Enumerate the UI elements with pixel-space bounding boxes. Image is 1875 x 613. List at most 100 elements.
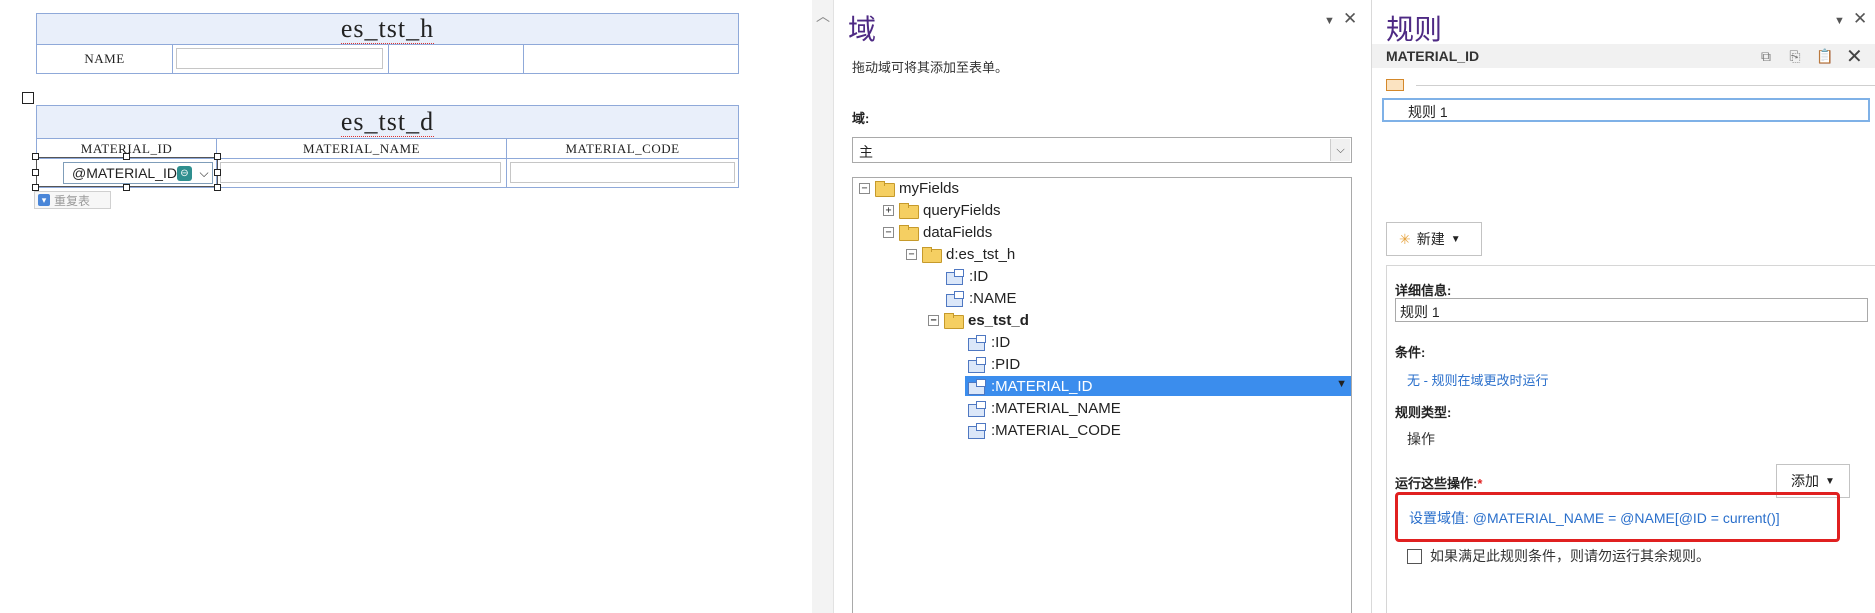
- copy-all-rules-icon[interactable]: ⎘: [1787, 48, 1803, 64]
- tree-node-es-tst-h[interactable]: − d:es_tst_h: [906, 244, 1015, 264]
- condition-label: 条件:: [1395, 345, 1426, 360]
- delete-rule-icon[interactable]: ✕: [1846, 44, 1863, 68]
- rules-field-header: MATERIAL_ID ⧉ ⎘ 📋 ✕: [1372, 44, 1875, 68]
- pane-options-icon[interactable]: ▼: [1324, 15, 1335, 27]
- add-action-label: 添加: [1791, 473, 1820, 489]
- rule-type-label: 规则类型:: [1395, 405, 1452, 420]
- header-empty-cell-1: [389, 45, 524, 73]
- resize-handle[interactable]: [214, 153, 221, 160]
- rules-task-pane: 规则 ▼ ✕ MATERIAL_ID ⧉ ⎘ 📋 ✕ 规则 1 ✳ 新建 ▼ 详…: [1372, 0, 1875, 613]
- chevron-down-icon[interactable]: ▼: [1336, 378, 1347, 390]
- close-icon[interactable]: ✕: [1343, 9, 1357, 29]
- control-selection-frame: [36, 157, 218, 187]
- folder-open-icon: [875, 180, 895, 197]
- field-attribute-icon: [967, 400, 987, 417]
- fields-task-pane: 域 ▼ ✕ 拖动域可将其添加至表单。 域: 主 ⌵ − myFields + q…: [834, 0, 1372, 613]
- fields-label: 域:: [852, 111, 870, 126]
- stop-rules-checkbox[interactable]: [1407, 548, 1422, 564]
- expand-icon[interactable]: +: [883, 204, 894, 216]
- rule-details-section: 详细信息: 规则 1 条件: 无 - 规则在域更改时运行 规则类型: 操作 运行…: [1386, 265, 1875, 613]
- chevron-down-icon: ▼: [1825, 475, 1835, 487]
- repeating-table-icon: ▾: [38, 194, 50, 206]
- new-rule-button[interactable]: ✳ 新建 ▼: [1386, 222, 1482, 256]
- column-header-material-name: MATERIAL_NAME: [217, 139, 507, 159]
- rule-list-icon: [1386, 79, 1404, 91]
- form-design-canvas[interactable]: es_tst_h NAME es_tst_d MATERIAL_ID MATER…: [0, 0, 812, 613]
- field-attribute-icon: [967, 334, 987, 351]
- rule-item-1[interactable]: 规则 1: [1382, 98, 1870, 122]
- close-icon[interactable]: ✕: [1853, 9, 1867, 29]
- repeating-table-label: 重复表: [54, 193, 91, 208]
- tree-node-d-id[interactable]: :ID: [967, 332, 1010, 352]
- datasource-value: 主: [859, 144, 873, 160]
- copy-rule-icon[interactable]: ⧉: [1758, 48, 1774, 64]
- tree-node-datafields[interactable]: − dataFields: [883, 222, 992, 242]
- field-attribute-icon: [967, 356, 987, 373]
- column-header-material-code: MATERIAL_CODE: [565, 141, 680, 156]
- fields-pane-title: 域: [848, 14, 877, 45]
- tree-node-queryfields[interactable]: + queryFields: [883, 200, 1001, 220]
- repeating-table-tag[interactable]: ▾ 重复表: [34, 191, 111, 209]
- tree-node-material-code[interactable]: :MATERIAL_CODE: [967, 420, 1121, 440]
- folder-open-icon: [922, 246, 942, 263]
- paste-rule-icon[interactable]: 📋: [1816, 48, 1833, 64]
- table-select-handle[interactable]: [22, 92, 34, 104]
- material-code-input[interactable]: [510, 162, 735, 183]
- scroll-up-icon[interactable]: ︿: [816, 6, 830, 26]
- collapse-icon[interactable]: −: [859, 182, 870, 194]
- rule-type-value: 操作: [1407, 431, 1435, 447]
- repeating-group-icon: [944, 312, 964, 329]
- new-rule-label: 新建: [1416, 231, 1445, 247]
- rules-field-name: MATERIAL_ID: [1386, 48, 1480, 64]
- rules-pane-title: 规则: [1386, 14, 1443, 45]
- collapse-icon[interactable]: −: [928, 314, 939, 326]
- collapse-icon[interactable]: −: [906, 248, 917, 260]
- field-tree[interactable]: − myFields + queryFields − dataFields − …: [852, 177, 1352, 613]
- name-label: NAME: [37, 45, 173, 73]
- material-name-input[interactable]: [220, 162, 501, 183]
- datasource-select[interactable]: 主 ⌵: [852, 137, 1352, 163]
- material-name-cell: [217, 159, 507, 187]
- folder-icon: [899, 202, 919, 219]
- field-attribute-icon: [945, 268, 965, 285]
- tree-node-material-name[interactable]: :MATERIAL_NAME: [967, 398, 1121, 418]
- action-set-field-value[interactable]: 设置域值: @MATERIAL_NAME = @NAME[@ID = curre…: [1409, 508, 1780, 528]
- tree-node-material-id[interactable]: :MATERIAL_ID ▼: [965, 376, 1351, 396]
- folder-open-icon: [899, 224, 919, 241]
- pane-options-icon[interactable]: ▼: [1834, 15, 1845, 27]
- header-empty-cell-2: [524, 45, 738, 73]
- resize-handle[interactable]: [32, 169, 39, 176]
- header-table[interactable]: es_tst_h NAME: [36, 13, 739, 74]
- details-label: 详细信息:: [1395, 283, 1452, 298]
- resize-handle[interactable]: [32, 153, 39, 160]
- fields-hint: 拖动域可将其添加至表单。: [852, 60, 1009, 75]
- resize-handle[interactable]: [214, 184, 221, 191]
- resize-handle[interactable]: [123, 153, 130, 160]
- canvas-scrollbar[interactable]: ︿: [812, 0, 834, 613]
- resize-handle[interactable]: [32, 184, 39, 191]
- chevron-down-icon: ▼: [1450, 233, 1461, 245]
- condition-link[interactable]: 无 - 规则在域更改时运行: [1407, 370, 1549, 389]
- stop-rules-checkbox-row[interactable]: 如果满足此规则条件，则请勿运行其余规则。: [1407, 546, 1710, 566]
- rule-name-input[interactable]: 规则 1: [1395, 298, 1868, 322]
- field-attribute-icon: [945, 290, 965, 307]
- tree-node-d-pid[interactable]: :PID: [967, 354, 1020, 374]
- resize-handle[interactable]: [123, 184, 130, 191]
- sparkle-icon: ✳: [1399, 230, 1411, 247]
- stop-rules-label: 如果满足此规则条件，则请勿运行其余规则。: [1430, 548, 1710, 564]
- tree-node-h-id[interactable]: :ID: [945, 266, 988, 286]
- field-attribute-icon: [967, 378, 987, 395]
- resize-handle[interactable]: [214, 169, 221, 176]
- detail-table-title: es_tst_d: [37, 106, 738, 139]
- collapse-icon[interactable]: −: [883, 226, 894, 238]
- chevron-down-icon[interactable]: ⌵: [1330, 139, 1350, 161]
- field-attribute-icon: [967, 422, 987, 439]
- tree-node-myfields[interactable]: − myFields: [859, 178, 959, 198]
- tree-node-h-name[interactable]: :NAME: [945, 288, 1017, 308]
- header-table-title: es_tst_h: [37, 14, 738, 45]
- rule-list-divider: [1416, 85, 1875, 86]
- actions-label: 运行这些操作:*: [1395, 476, 1483, 491]
- required-mark: *: [1477, 476, 1483, 491]
- name-input[interactable]: [176, 48, 383, 69]
- tree-node-es-tst-d[interactable]: − es_tst_d: [928, 310, 1029, 330]
